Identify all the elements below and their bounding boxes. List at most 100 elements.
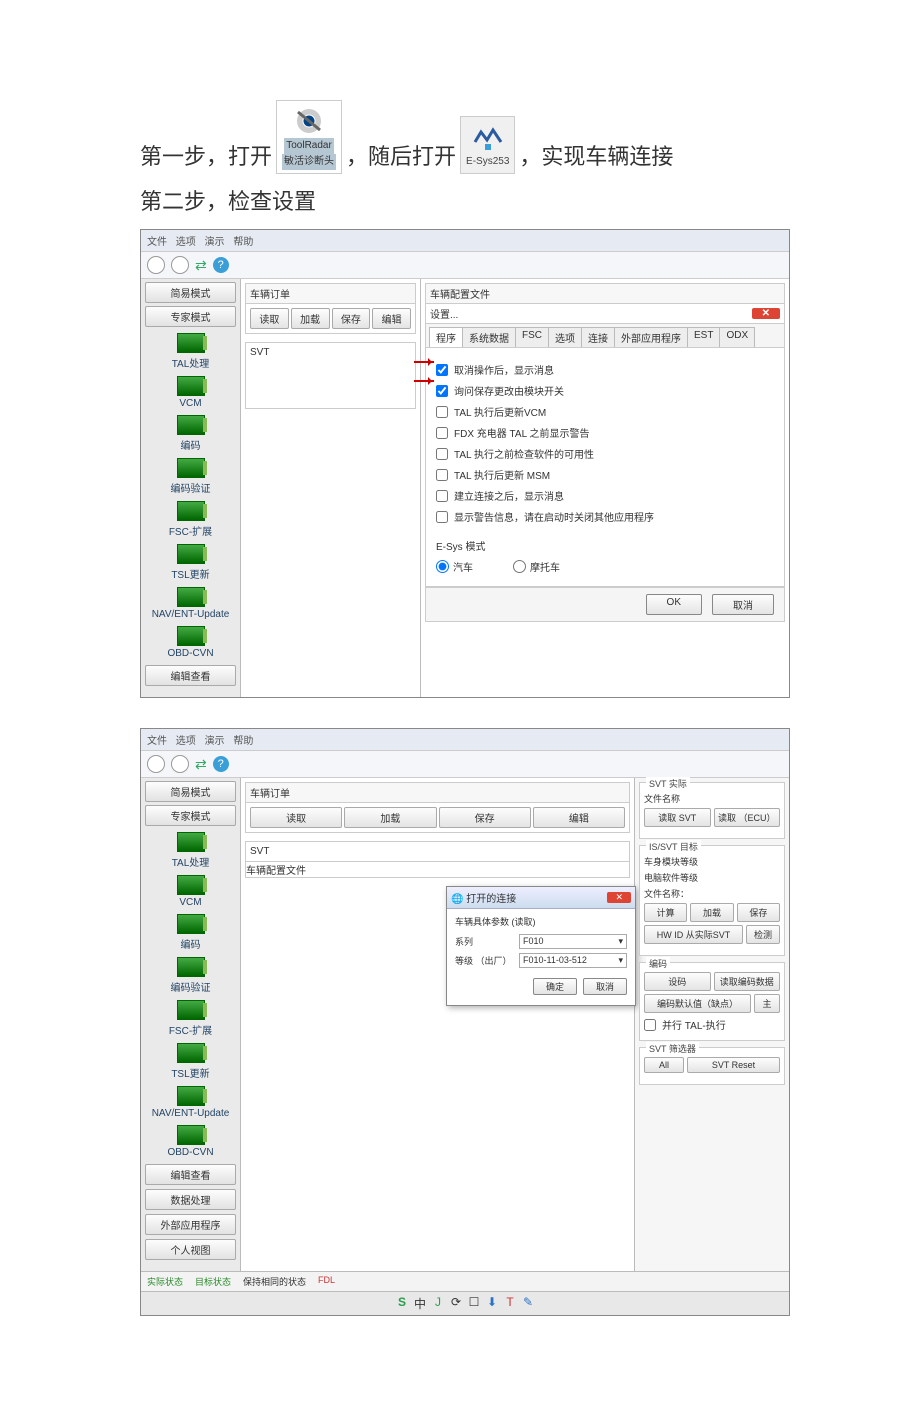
menu-help[interactable]: 帮助 xyxy=(233,237,253,248)
esys-icon: E-Sys253 xyxy=(460,116,515,174)
chk-tal-msm[interactable]: TAL 执行后更新 MSM xyxy=(436,467,774,482)
dialog-close-icon[interactable]: ✕ xyxy=(607,892,631,903)
status-bar: 实际状态 目标状态 保持相同的状态 FDL xyxy=(141,1271,789,1291)
menu-view[interactable]: 演示 xyxy=(205,237,225,248)
radio-moto[interactable]: 摩托车 xyxy=(513,559,560,574)
mid-panel: 车辆订单 读取 加载 保存 编辑 SVT xyxy=(241,279,421,697)
menu-options[interactable]: 选项 xyxy=(176,237,196,248)
svt-reset-button[interactable]: SVT Reset xyxy=(687,1057,780,1073)
read-ecu-button[interactable]: 读取 （ECU） xyxy=(714,808,781,827)
sidebar-item-vcm[interactable]: VCM xyxy=(141,376,240,409)
vehicle-order-label: 车辆订单 xyxy=(245,283,416,303)
ime-tray: S 中 J ⟳ ☐ ⬇ T ✎ xyxy=(141,1291,789,1315)
setcode-button[interactable]: 设码 xyxy=(644,972,711,991)
toolbar2-btn-2[interactable] xyxy=(171,755,189,773)
toolbar2-btn-1[interactable] xyxy=(147,755,165,773)
tab-sysdata[interactable]: 系统数据 xyxy=(462,327,516,347)
readcode-button[interactable]: 读取编码数据 xyxy=(714,972,781,991)
screenshot-2: 文件 选项 演示 帮助 ⇄ ? 简易模式 专家模式 TAL处理 VCM 编码 编… xyxy=(140,728,790,1316)
cancel-button[interactable]: 取消 xyxy=(712,594,774,615)
connection-dialog: 🌐 打开的连接 ✕ 车辆具体参数 (读取) 系列 F010▾ 等级 （出厂） F… xyxy=(446,886,636,1006)
red-arrow-1 xyxy=(414,361,434,363)
settings-tabs: 程序 系统数据 FSC 选项 连接 外部应用程序 EST ODX xyxy=(425,324,785,348)
series-label: 系列 xyxy=(455,935,515,948)
chk-ask-save[interactable]: 询问保存更改由模块开关 xyxy=(436,383,774,398)
radio-car[interactable]: 汽车 xyxy=(436,559,473,574)
save2-button[interactable]: 保存 xyxy=(737,903,780,922)
level-select[interactable]: F010-11-03-512▾ xyxy=(519,953,627,968)
close-icon[interactable]: ✕ xyxy=(752,308,780,319)
settings-pane: 取消操作后，显示消息 询问保存更改由模块开关 TAL 执行后更新VCM FDX … xyxy=(425,348,785,587)
dialog-subtitle: 车辆具体参数 (读取) xyxy=(455,915,627,928)
step1-prefix: 第一步，打开 xyxy=(140,139,272,174)
tab-odx[interactable]: ODX xyxy=(719,327,755,347)
toolradar-icon: ToolRadar 敏活诊断头 xyxy=(276,100,342,174)
menubar: 文件 选项 演示 帮助 xyxy=(141,230,789,251)
screenshot-1: 文件 选项 演示 帮助 ⇄ ? 简易模式 专家模式 TAL处理 VCM 编码 编… xyxy=(140,229,790,698)
help-icon[interactable]: ? xyxy=(213,257,229,273)
sidebar-item-nav[interactable]: NAV/ENT-Update xyxy=(141,587,240,620)
dialog-cancel-button[interactable]: 取消 xyxy=(583,978,627,995)
ok-button[interactable]: OK xyxy=(646,594,702,615)
sidebar-simple-mode[interactable]: 简易模式 xyxy=(145,282,236,303)
help-icon-2[interactable]: ? xyxy=(213,756,229,772)
sidebar-item-obd[interactable]: OBD-CVN xyxy=(141,626,240,659)
sidebar-item-tsl[interactable]: TSL更新 xyxy=(141,544,240,581)
toolbar-btn-1[interactable] xyxy=(147,256,165,274)
level-label: 等级 （出厂） xyxy=(455,954,515,967)
svt-box: SVT xyxy=(245,342,416,409)
step1-line: 第一步，打开 ToolRadar 敏活诊断头 ，随后打开 E-Sys253 ，实… xyxy=(140,100,790,174)
sidebar-2: 简易模式 专家模式 TAL处理 VCM 编码 编码验证 FSC-扩展 TSL更新… xyxy=(141,778,241,1271)
hwid-button[interactable]: HW ID 从实际SVT xyxy=(644,925,743,944)
tab-program[interactable]: 程序 xyxy=(429,327,463,347)
series-select[interactable]: F010▾ xyxy=(519,934,627,949)
load-button[interactable]: 加载 xyxy=(291,308,330,329)
right-panel-2: SVT 实际 文件名称 读取 SVT 读取 （ECU） IS/SVT 目标 车身… xyxy=(634,778,789,1271)
calc-button[interactable]: 计算 xyxy=(644,903,687,922)
sidebar-item-code[interactable]: 编码 xyxy=(141,415,240,452)
sidebar-item-tal[interactable]: TAL处理 xyxy=(141,333,240,370)
save-button[interactable]: 保存 xyxy=(332,308,371,329)
sidebar-item-fsc[interactable]: FSC-扩展 xyxy=(141,501,240,538)
toolbar: ⇄ ? xyxy=(141,251,789,279)
chk-tal-vcm[interactable]: TAL 执行后更新VCM xyxy=(436,404,774,419)
check-button[interactable]: 检测 xyxy=(746,925,780,944)
red-arrow-2 xyxy=(414,380,434,382)
edit-button[interactable]: 编辑 xyxy=(372,308,411,329)
connect-icon[interactable]: ⇄ xyxy=(195,257,207,274)
sidebar-editview[interactable]: 编辑查看 xyxy=(145,665,236,686)
right-panel: 车辆配置文件 设置... ✕ 程序 系统数据 FSC 选项 连接 外部应用程序 … xyxy=(421,279,789,697)
connect-icon-2[interactable]: ⇄ xyxy=(195,756,207,773)
step2-line: 第二步，检查设置 xyxy=(140,184,790,219)
sidebar-expert-mode[interactable]: 专家模式 xyxy=(145,306,236,327)
codedef-button[interactable]: 编码默认值（缺点） xyxy=(644,994,751,1013)
chk-fdx-warn[interactable]: FDX 充电器 TAL 之前显示警告 xyxy=(436,425,774,440)
chk-warn-close[interactable]: 显示警告信息，请在启动时关闭其他应用程序 xyxy=(436,509,774,524)
mid-panel-2: 车辆订单 读取 加载 保存 编辑 SVT 车辆配置文件 🌐 打开的连接 ✕ xyxy=(241,778,634,1271)
filter-all[interactable]: All xyxy=(644,1057,684,1073)
chk-conn-msg[interactable]: 建立连接之后，显示消息 xyxy=(436,488,774,503)
tab-connect[interactable]: 连接 xyxy=(581,327,615,347)
tab-extapp[interactable]: 外部应用程序 xyxy=(614,327,688,347)
tab-options[interactable]: 选项 xyxy=(548,327,582,347)
esys-mode-label: E-Sys 模式 xyxy=(436,538,774,553)
chk-tal-check[interactable]: TAL 执行之前检查软件的可用性 xyxy=(436,446,774,461)
step1-suffix: ，实现车辆连接 xyxy=(519,139,673,174)
read-svt-button[interactable]: 读取 SVT xyxy=(644,808,711,827)
tab-fsc[interactable]: FSC xyxy=(515,327,549,347)
menubar-2: 文件 选项 演示 帮助 xyxy=(141,729,789,750)
settings-label: 设置... xyxy=(430,306,748,321)
tab-est[interactable]: EST xyxy=(687,327,720,347)
paratal-checkbox[interactable]: 并行 TAL-执行 xyxy=(644,1017,780,1032)
sidebar-item-codeverify[interactable]: 编码验证 xyxy=(141,458,240,495)
vehicle-config-label: 车辆配置文件 xyxy=(425,283,785,304)
toolbar-btn-2[interactable] xyxy=(171,256,189,274)
menu-file[interactable]: 文件 xyxy=(147,237,167,248)
read-button[interactable]: 读取 xyxy=(250,308,289,329)
chk-cancel-msg[interactable]: 取消操作后，显示消息 xyxy=(436,362,774,377)
load2-button[interactable]: 加载 xyxy=(690,903,733,922)
dialog-ok-button[interactable]: 确定 xyxy=(533,978,577,995)
dialog-title: 🌐 打开的连接 xyxy=(451,890,516,905)
more-button[interactable]: 主 xyxy=(754,994,780,1013)
sidebar: 简易模式 专家模式 TAL处理 VCM 编码 编码验证 FSC-扩展 TSL更新… xyxy=(141,279,241,697)
